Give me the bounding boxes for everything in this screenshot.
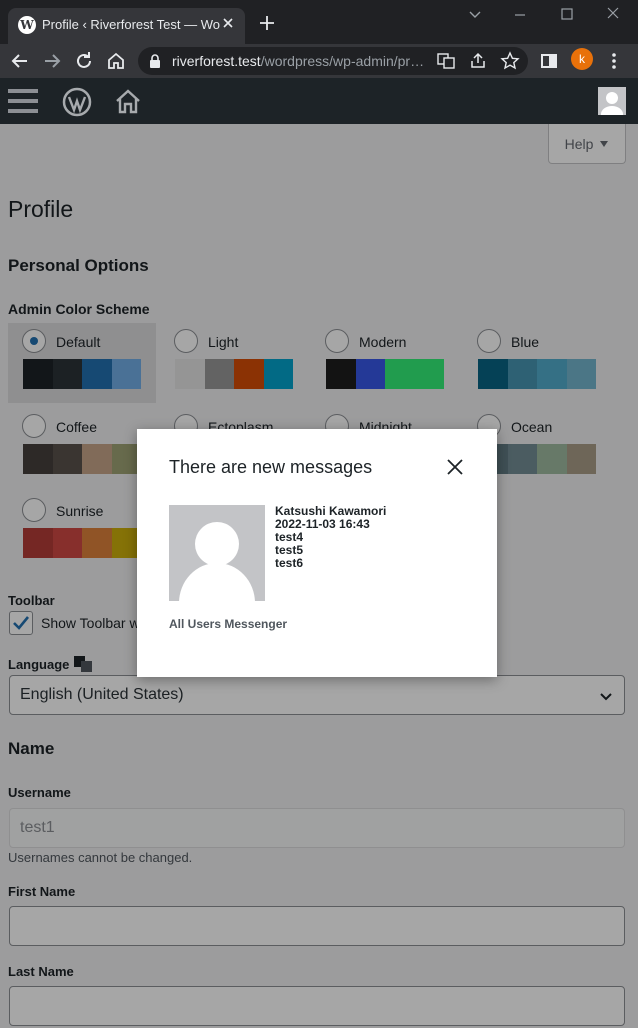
all-users-messenger-link[interactable]: All Users Messenger — [169, 617, 287, 631]
tab-search-icon[interactable] — [463, 4, 487, 24]
translate-icon[interactable] — [436, 51, 456, 71]
url-text: riverforest.test/wordpress/wp-admin/pr… — [172, 53, 425, 69]
close-window-icon[interactable] — [601, 4, 625, 24]
close-icon[interactable] — [443, 455, 467, 479]
address-bar[interactable]: riverforest.test/wordpress/wp-admin/pr… — [138, 47, 528, 75]
message-line: test6 — [275, 556, 304, 570]
menu-toggle-icon[interactable] — [8, 88, 38, 114]
back-icon[interactable] — [8, 49, 32, 73]
wordpress-logo-icon[interactable] — [62, 87, 92, 117]
reload-icon[interactable] — [72, 49, 96, 73]
maximize-icon[interactable] — [555, 4, 579, 24]
message-content: Katsushi Kawamori 2022-11-03 16:43 test4… — [275, 505, 386, 570]
browser-profile-avatar[interactable]: k — [571, 48, 593, 70]
home-icon[interactable] — [104, 49, 128, 73]
browser-titlebar: W Profile ‹ Riverforest Test — WordPress — [0, 0, 638, 44]
close-tab-icon[interactable] — [219, 14, 237, 32]
side-panel-icon[interactable] — [537, 49, 561, 73]
minimize-icon[interactable] — [508, 4, 532, 24]
modal-title: There are new messages — [169, 457, 373, 477]
wp-admin-bar — [0, 78, 638, 124]
new-tab-icon[interactable] — [256, 12, 278, 34]
new-messages-modal: There are new messages Katsushi Kawamori… — [137, 429, 497, 677]
browser-toolbar: riverforest.test/wordpress/wp-admin/pr… — [0, 44, 638, 78]
site-home-icon[interactable] — [114, 87, 142, 115]
wordpress-favicon-icon: W — [18, 16, 36, 34]
share-icon[interactable] — [468, 51, 488, 71]
browser-tab[interactable]: W Profile ‹ Riverforest Test — WordPress — [8, 8, 245, 44]
lock-icon — [150, 54, 160, 68]
default-avatar-icon — [179, 522, 255, 601]
user-avatar-icon[interactable] — [598, 87, 626, 115]
sender-avatar — [169, 505, 265, 601]
browser-menu-icon[interactable] — [602, 49, 626, 73]
bookmark-star-icon[interactable] — [500, 51, 520, 71]
forward-icon[interactable] — [40, 49, 64, 73]
tab-title: Profile ‹ Riverforest Test — WordPress — [42, 17, 220, 32]
